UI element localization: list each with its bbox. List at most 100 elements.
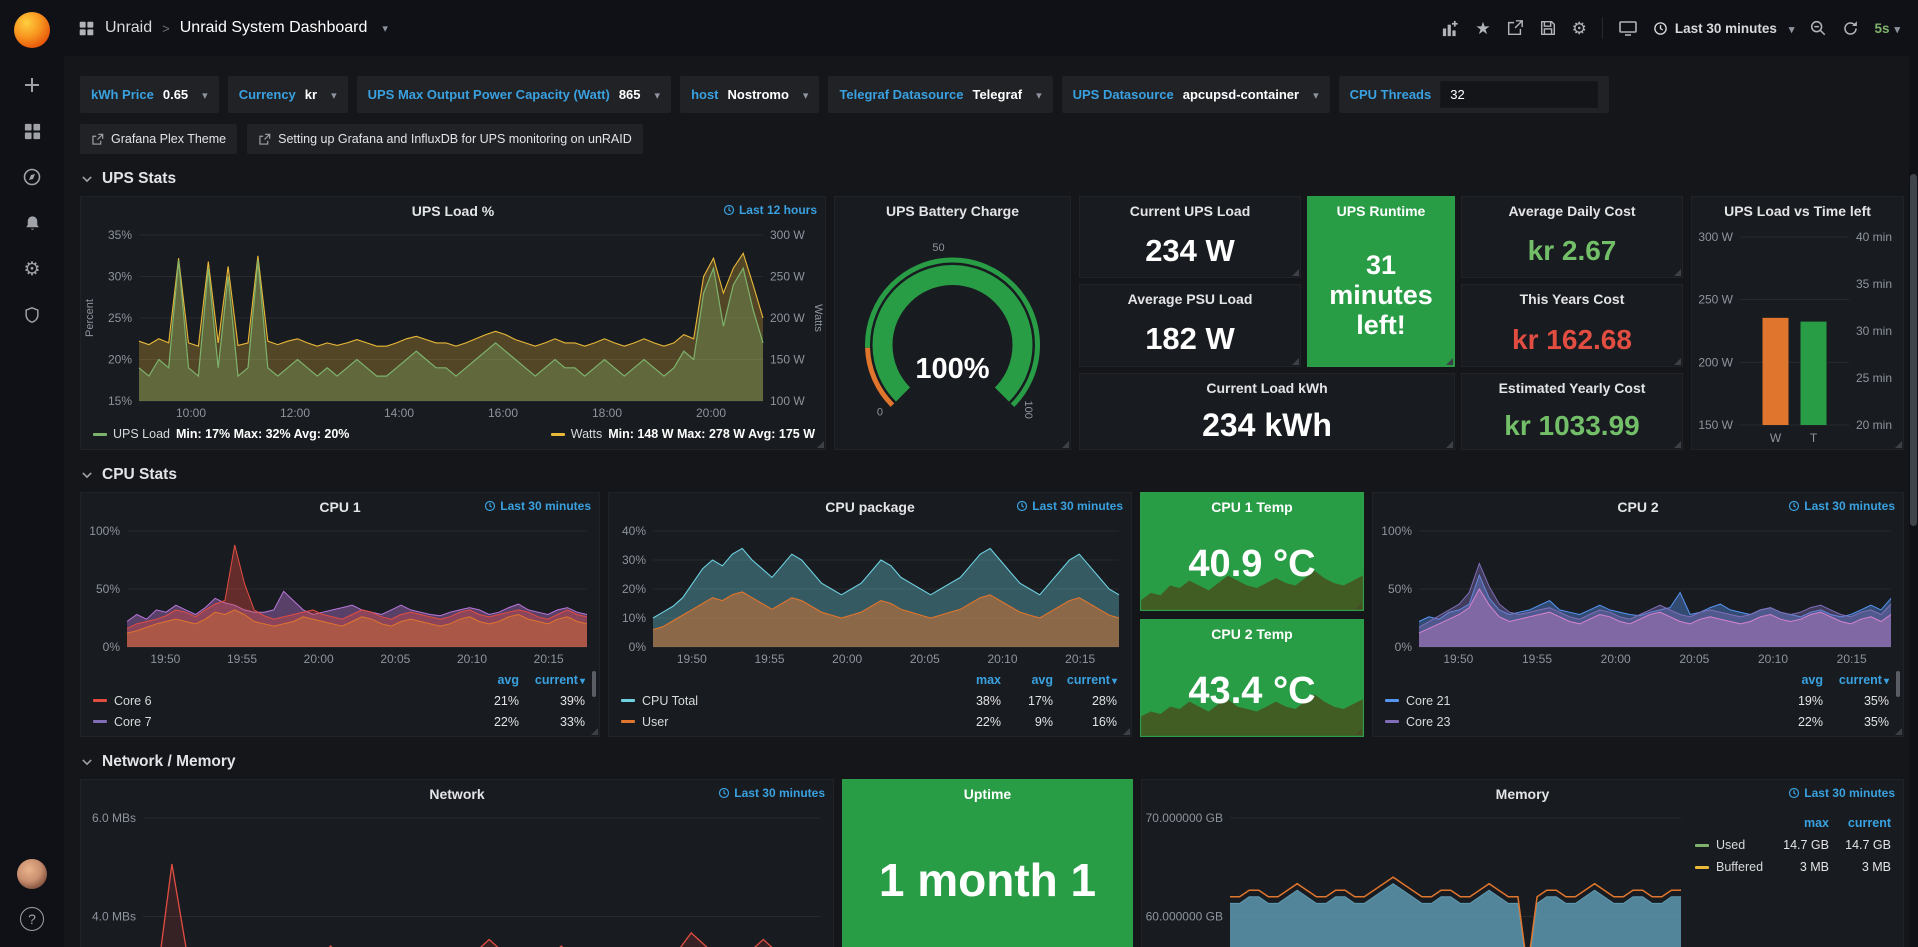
- panel-current-ups-load: Current UPS Load 234 W: [1079, 196, 1301, 278]
- svg-text:18:00: 18:00: [592, 406, 622, 420]
- caret-down-icon: [326, 86, 337, 104]
- cpu-package-chart[interactable]: 40%30%20%10%0%19:5019:5520:0020:0520:102…: [609, 521, 1131, 669]
- dashboard-settings-icon[interactable]: ⚙: [1572, 20, 1587, 37]
- svg-text:20:15: 20:15: [534, 652, 564, 666]
- save-icon[interactable]: [1539, 19, 1557, 37]
- cpu1-chart[interactable]: 100%50%0%19:5019:5520:0020:0520:1020:15: [81, 521, 599, 669]
- gauge-value: 100%: [835, 353, 1070, 386]
- tv-mode-icon[interactable]: [1618, 18, 1638, 38]
- grafana-logo-icon[interactable]: [14, 12, 50, 48]
- panel-title[interactable]: UPS Battery Charge: [886, 203, 1019, 219]
- panel-header: UPS Load % Last 12 hours: [81, 197, 825, 225]
- svg-text:0%: 0%: [103, 640, 121, 654]
- user-avatar[interactable]: [17, 859, 47, 889]
- svg-text:14:00: 14:00: [384, 406, 414, 420]
- ups-stats-row: UPS Load % Last 12 hours 35%30%25%20%15%…: [80, 196, 1904, 450]
- ups-load-chart[interactable]: 35%30%25%20%15%300 W250 W200 W150 W100 W…: [81, 225, 825, 423]
- alerting-bell-icon[interactable]: [21, 212, 43, 234]
- zoom-out-icon[interactable]: [1809, 19, 1827, 37]
- star-icon[interactable]: ★: [1475, 20, 1490, 37]
- stat-value: kr 162.68: [1512, 325, 1632, 354]
- add-panel-icon[interactable]: [1441, 19, 1460, 38]
- panel-cpu-1-temp: CPU 1 Temp 40.9 °C: [1140, 492, 1364, 611]
- variable-kwh-price[interactable]: kWh Price 0.65: [80, 76, 219, 113]
- svg-text:20:15: 20:15: [1065, 652, 1095, 666]
- dashboard-grid-icon[interactable]: [78, 20, 95, 37]
- svg-text:16:00: 16:00: [488, 406, 518, 420]
- refresh-icon[interactable]: [1842, 20, 1859, 37]
- svg-text:300 W: 300 W: [770, 228, 805, 242]
- panel-title[interactable]: UPS Load %: [412, 203, 494, 219]
- stat-value: 182 W: [1145, 323, 1235, 356]
- legend-scrollbar[interactable]: [592, 671, 596, 697]
- main-area: Unraid > Unraid System Dashboard ★ ⚙: [64, 0, 1918, 947]
- svg-text:20:00: 20:00: [832, 652, 862, 666]
- svg-text:50: 50: [932, 242, 944, 254]
- breadcrumb-folder[interactable]: Unraid: [105, 19, 152, 37]
- battery-gauge-chart[interactable]: 050100: [835, 225, 1070, 449]
- chevron-down-icon: [80, 755, 94, 769]
- cpu2-chart[interactable]: 100%50%0%19:5019:5520:0020:0520:1020:15: [1373, 521, 1903, 669]
- variable-ups-max-output[interactable]: UPS Max Output Power Capacity (Watt) 865: [357, 76, 671, 113]
- cpu-temps-column: CPU 1 Temp 40.9 °C CPU 2 Temp 43.4 °C: [1140, 492, 1364, 737]
- share-icon[interactable]: [1506, 19, 1524, 37]
- memory-chart[interactable]: 70.000000 GB60.000000 GB50.000000 GB: [1142, 808, 1691, 947]
- svg-text:Watts: Watts: [812, 304, 824, 332]
- svg-text:6.0 MBs: 6.0 MBs: [92, 811, 136, 825]
- navbar: Unraid > Unraid System Dashboard ★ ⚙: [64, 0, 1918, 56]
- svg-text:300 W: 300 W: [1698, 230, 1733, 244]
- link-ups-monitoring-guide[interactable]: Setting up Grafana and InfluxDB for UPS …: [247, 124, 643, 154]
- series-dash: [1695, 844, 1709, 847]
- link-grafana-plex-theme[interactable]: Grafana Plex Theme: [80, 124, 237, 154]
- svg-text:50%: 50%: [1388, 582, 1412, 596]
- server-admin-shield-icon[interactable]: [21, 304, 43, 326]
- svg-text:20:05: 20:05: [380, 652, 410, 666]
- network-chart[interactable]: 6.0 MBs4.0 MBs2.0 MBs: [81, 808, 833, 947]
- ups-bars-chart[interactable]: 300 W250 W200 W150 W40 min35 min30 min25…: [1692, 225, 1903, 449]
- section-ups-stats[interactable]: UPS Stats: [80, 170, 1904, 188]
- scrollbar-thumb[interactable]: [1910, 174, 1917, 526]
- svg-text:19:55: 19:55: [1522, 652, 1552, 666]
- svg-text:Percent: Percent: [84, 299, 96, 337]
- variable-host[interactable]: host Nostromo: [680, 76, 819, 113]
- section-network-memory[interactable]: Network / Memory: [80, 753, 1904, 771]
- sidebar: ⚙ ?: [0, 0, 64, 947]
- svg-text:25 min: 25 min: [1856, 371, 1892, 385]
- svg-text:20%: 20%: [622, 582, 646, 596]
- stat-value: 234 kWh: [1202, 409, 1332, 443]
- variable-currency[interactable]: Currency kr: [228, 76, 348, 113]
- time-range-picker[interactable]: Last 30 minutes: [1653, 21, 1795, 36]
- legend-row: Core 7 22% 33%: [93, 711, 585, 732]
- time-override: Last 30 minutes: [484, 499, 591, 513]
- help-icon[interactable]: ?: [20, 907, 44, 931]
- panel-ups-load: UPS Load % Last 12 hours 35%30%25%20%15%…: [80, 196, 826, 450]
- sidebar-bottom: ?: [17, 859, 47, 947]
- variable-telegraf-datasource[interactable]: Telegraf Datasource Telegraf: [828, 76, 1052, 113]
- configuration-gear-icon[interactable]: ⚙: [21, 258, 43, 280]
- svg-text:200 W: 200 W: [1698, 355, 1733, 369]
- variable-ups-datasource[interactable]: UPS Datasource apcupsd-container: [1062, 76, 1330, 113]
- svg-text:30 min: 30 min: [1856, 324, 1892, 338]
- svg-text:19:55: 19:55: [754, 652, 784, 666]
- time-override: Last 30 minutes: [1788, 786, 1895, 800]
- svg-text:15%: 15%: [108, 394, 132, 408]
- cpu-threads-input[interactable]: 32: [1440, 81, 1598, 108]
- clock-icon: [723, 204, 735, 216]
- svg-text:100: 100: [1022, 401, 1034, 419]
- panel-uptime: Uptime 1 month 1: [842, 779, 1133, 947]
- ups-stat-cluster: Current UPS Load 234 W UPS Runtime 31 mi…: [1079, 196, 1683, 450]
- svg-text:20 min: 20 min: [1856, 418, 1892, 432]
- legend-scrollbar[interactable]: [1896, 671, 1900, 697]
- grafana-app: ⚙ ? Unraid > Unraid System Dashboard: [0, 0, 1918, 947]
- refresh-interval-picker[interactable]: 5s: [1874, 21, 1900, 36]
- clock-icon: [484, 500, 496, 512]
- title-caret-down-icon[interactable]: [377, 19, 388, 37]
- panel-cpu-package: CPU package Last 30 minutes 40%30%20%10%…: [608, 492, 1132, 737]
- panel-network: Network Last 30 minutes 6.0 MBs4.0 MBs2.…: [80, 779, 834, 947]
- create-plus-icon[interactable]: [21, 74, 43, 96]
- dashboards-icon[interactable]: [21, 120, 43, 142]
- svg-text:10:00: 10:00: [176, 406, 206, 420]
- dashboard-title[interactable]: Unraid System Dashboard: [180, 19, 368, 37]
- explore-compass-icon[interactable]: [21, 166, 43, 188]
- section-cpu-stats[interactable]: CPU Stats: [80, 466, 1904, 484]
